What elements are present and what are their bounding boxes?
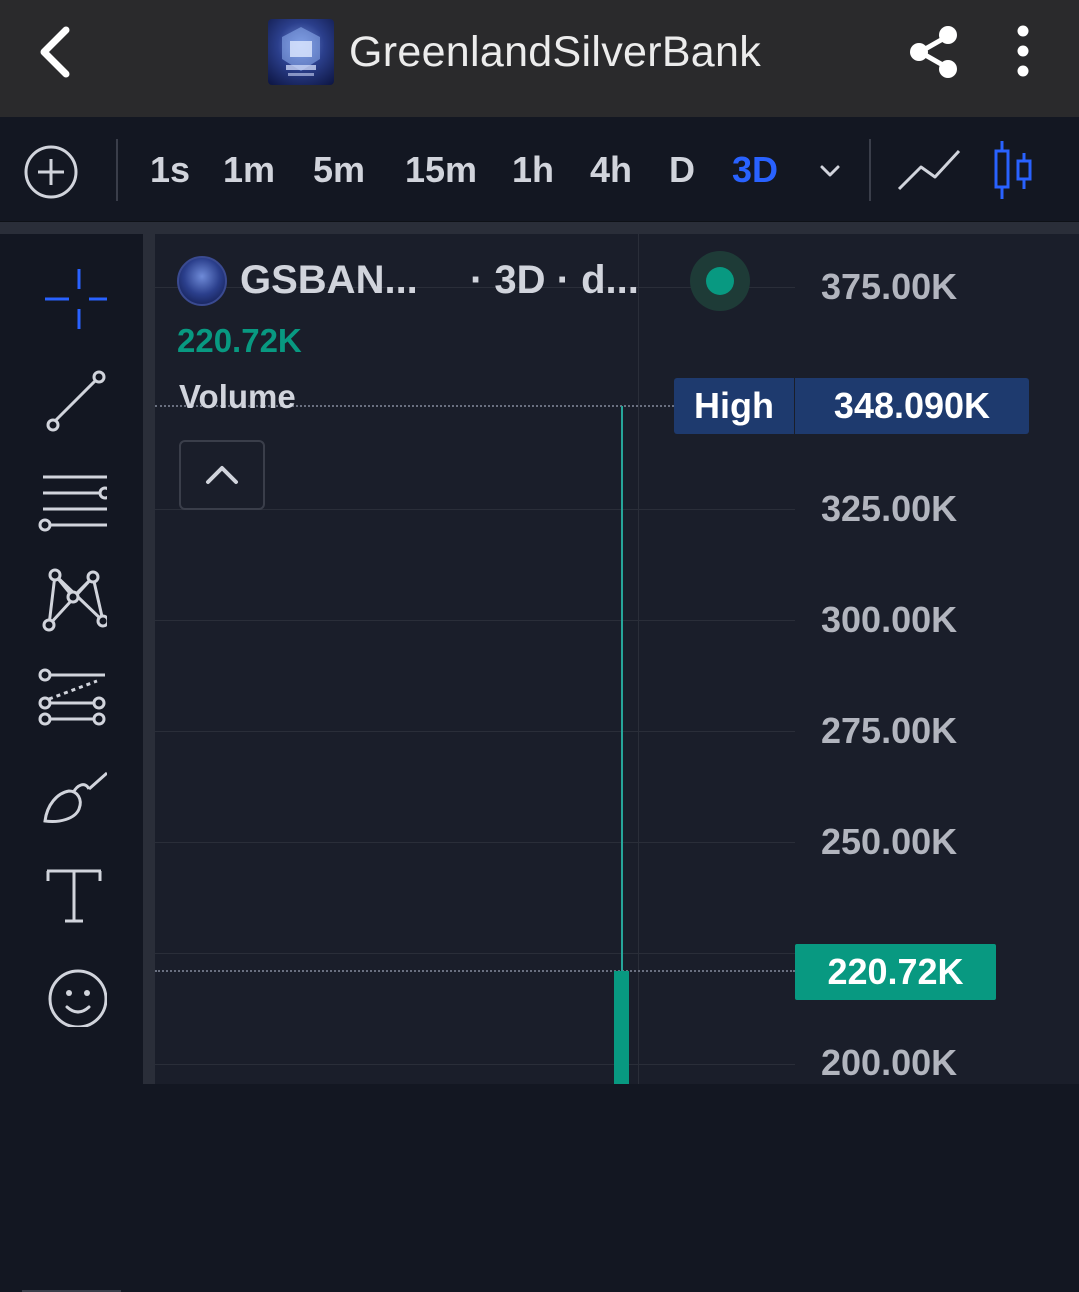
timeframe-15m[interactable]: 15m [400, 143, 482, 197]
volume-indicator-label[interactable]: Volume [179, 376, 296, 418]
collapse-legend-button[interactable] [179, 440, 265, 510]
timeframe-5m[interactable]: 5m [306, 143, 372, 197]
timeframe-4h[interactable]: 4h [584, 143, 638, 197]
pattern-icon [42, 568, 107, 632]
sidebar-gap [143, 234, 155, 1084]
app-logo [268, 19, 334, 85]
timeframe-d[interactable]: D [664, 143, 700, 197]
add-symbol-button[interactable] [22, 143, 80, 201]
text-tool[interactable] [30, 852, 114, 936]
horizontal-lines-tool[interactable] [30, 456, 114, 540]
timeframe-1h[interactable]: 1h [510, 143, 556, 197]
price-tick: 375.00K [821, 266, 958, 307]
app-header: GreenlandSilverBank [0, 0, 1079, 117]
line-chart-icon [897, 149, 961, 191]
price-tick: 325.00K [821, 488, 958, 529]
fib-retracement-icon [38, 668, 106, 726]
gridline [155, 731, 795, 732]
crosshair-tool[interactable] [30, 258, 114, 342]
more-vertical-icon [1017, 25, 1029, 77]
timeframe-3d[interactable]: 3D [726, 143, 784, 197]
symbol-logo [177, 256, 227, 306]
brush-tool[interactable] [30, 754, 114, 838]
text-icon [46, 869, 102, 923]
timeframe-1s[interactable]: 1s [148, 143, 192, 197]
timeframe-1m[interactable]: 1m [220, 143, 278, 197]
price-tick: 200.00K [821, 1042, 958, 1083]
trend-line-tool[interactable] [30, 358, 114, 442]
vertical-gridline [638, 234, 639, 1084]
chevron-left-icon [40, 26, 70, 78]
gridline [155, 1064, 795, 1065]
emoji-tool[interactable] [30, 950, 114, 1034]
horizontal-lines-icon [38, 475, 107, 532]
plus-circle-icon [24, 145, 78, 199]
price-tick: 300.00K [821, 599, 958, 640]
trend-line-icon [46, 370, 106, 432]
toolbar-separator [869, 139, 871, 201]
app-title: GreenlandSilverBank [349, 28, 762, 76]
back-button[interactable] [26, 22, 86, 82]
current-price-line [155, 970, 795, 972]
gridline [155, 620, 795, 621]
more-button[interactable] [998, 22, 1048, 82]
toolbar-separator [116, 139, 118, 201]
timeframe-dropdown[interactable] [812, 153, 848, 189]
current-price-badge: 220.72K [795, 944, 996, 1000]
candlestick-button[interactable] [990, 139, 1038, 201]
pattern-tool[interactable] [30, 556, 114, 640]
chart-toolbar: 1s 1m 5m 15m 1h 4h D 3D [0, 117, 1079, 222]
price-tick: 275.00K [821, 710, 958, 751]
chevron-up-icon [206, 466, 238, 484]
candlestick-icon [994, 141, 1032, 199]
crosshair-icon [45, 269, 107, 329]
toolbar-gap [0, 222, 1079, 234]
market-status[interactable] [690, 251, 750, 311]
symbol-meta[interactable]: · 3D · d... [470, 255, 639, 305]
gridline [155, 842, 795, 843]
candle-body[interactable] [614, 971, 629, 1084]
share-button[interactable] [904, 22, 964, 82]
legend-price: 220.72K [177, 322, 302, 359]
symbol-name[interactable]: GSBAN... [240, 255, 418, 305]
candle-wick [621, 406, 623, 971]
price-tick: 250.00K [821, 821, 958, 862]
share-icon [910, 26, 957, 78]
fib-retracement-tool[interactable] [30, 656, 114, 740]
brush-icon [43, 771, 107, 823]
high-price-badge: 348.090K [795, 378, 1029, 434]
chevron-down-icon [820, 165, 840, 177]
market-status-dot [706, 267, 734, 295]
high-label: High [674, 378, 794, 434]
drawing-tools-sidebar [0, 234, 143, 1292]
gridline [155, 953, 795, 954]
emoji-icon [48, 969, 107, 1027]
line-chart-button[interactable] [895, 143, 963, 197]
